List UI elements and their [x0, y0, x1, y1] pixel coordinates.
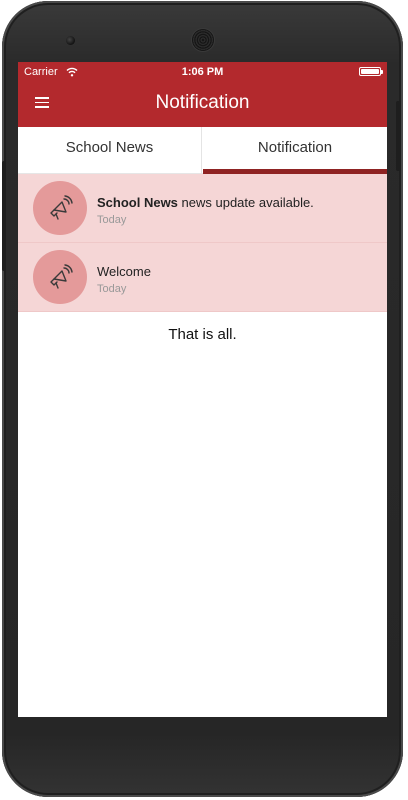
battery-icon	[359, 67, 383, 76]
earpiece-speaker	[192, 29, 214, 51]
app-screen: Carrier 1:06 PM Notification School News…	[18, 62, 387, 717]
tab-bar: School News Notification	[18, 127, 387, 174]
list-item[interactable]: School News news update available. Today	[18, 174, 387, 243]
power-button	[396, 101, 401, 171]
app-header: Carrier 1:06 PM Notification	[18, 62, 387, 127]
notification-time: Today	[97, 214, 127, 226]
notification-avatar	[33, 250, 87, 304]
tab-notification[interactable]: Notification	[203, 127, 387, 174]
tab-school-news[interactable]: School News	[18, 127, 202, 174]
end-of-list-message: That is all.	[168, 326, 237, 343]
notification-avatar	[33, 181, 87, 235]
list-item[interactable]: Welcome Today	[18, 243, 387, 312]
status-time: 1:06 PM	[181, 66, 224, 78]
notification-time: Today	[97, 283, 127, 295]
notification-title: School News news update available.	[97, 195, 314, 210]
status-bar: Carrier 1:06 PM	[18, 62, 387, 82]
page-title: Notification	[155, 92, 250, 113]
megaphone-icon	[50, 264, 73, 289]
volume-button	[2, 161, 6, 271]
front-camera	[66, 36, 75, 45]
notification-title: Welcome	[97, 264, 151, 279]
notification-list: School News news update available. Today…	[18, 174, 387, 312]
megaphone-icon	[50, 195, 73, 220]
